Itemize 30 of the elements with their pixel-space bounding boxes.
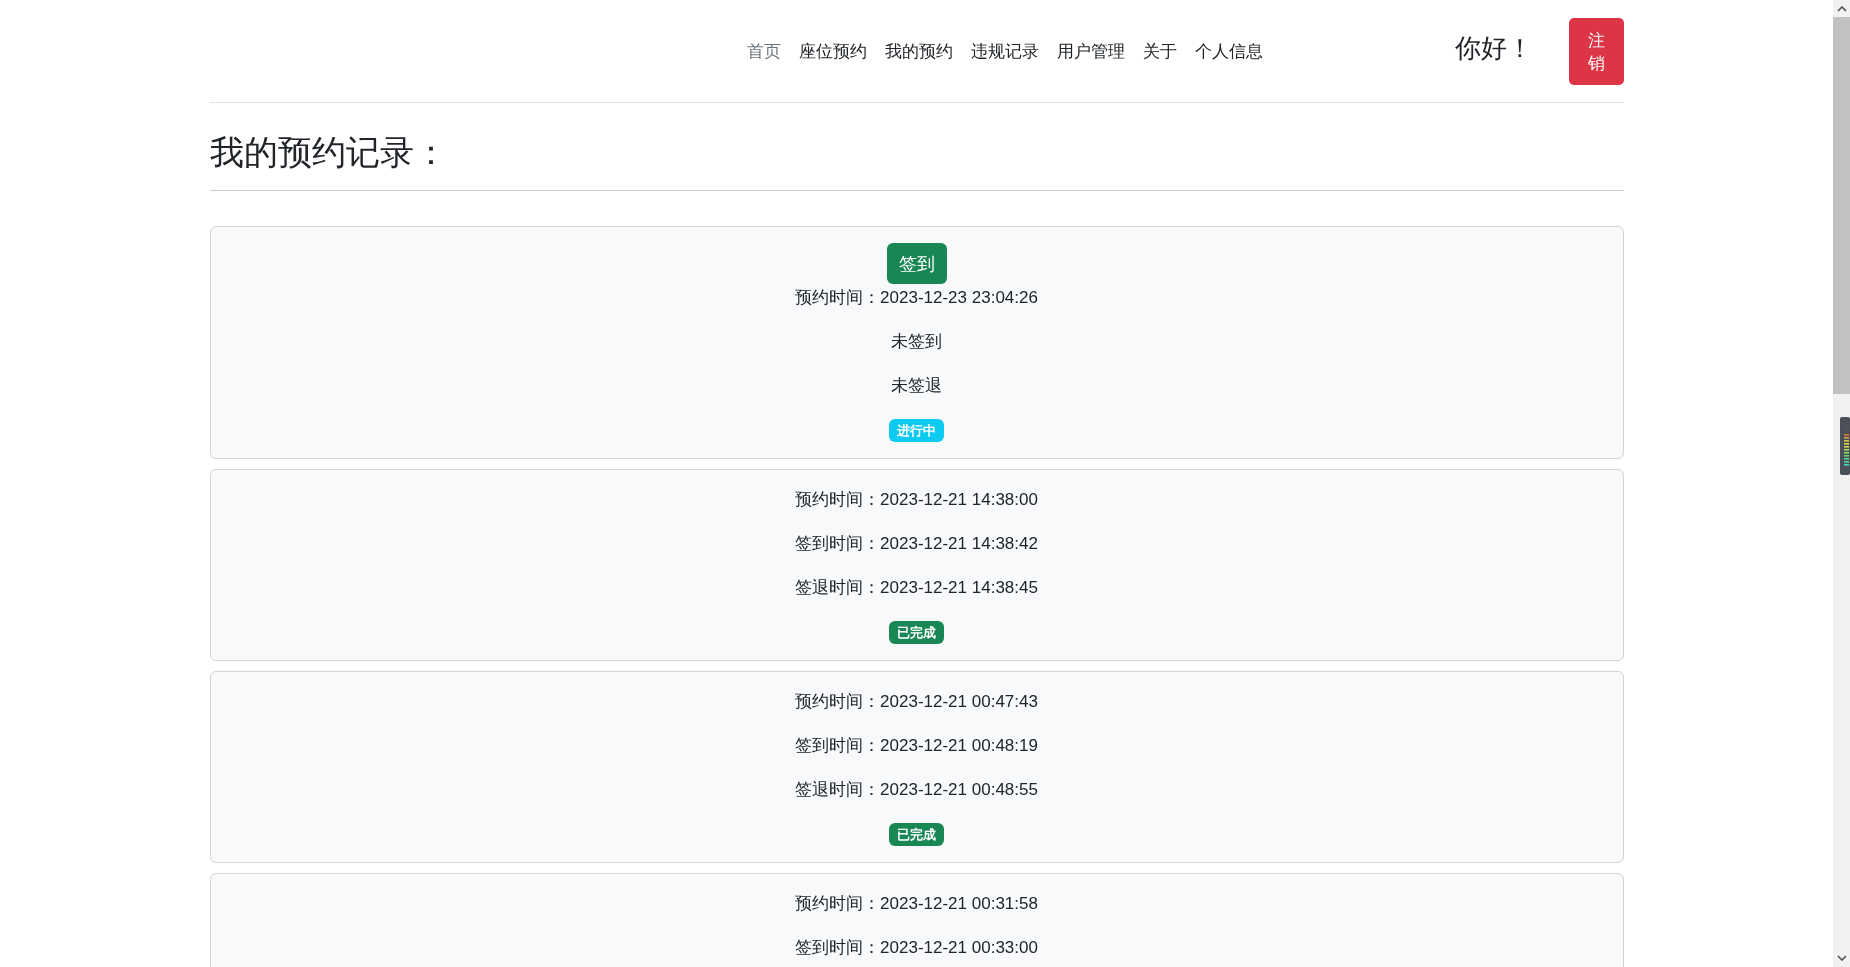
nav-link[interactable]: 我的预约 <box>875 38 962 65</box>
status-badge: 进行中 <box>889 419 944 442</box>
chevron-up-icon[interactable] <box>1836 6 1847 12</box>
scrollbar-thumb[interactable] <box>1833 17 1850 394</box>
greeting-text: 你好！ <box>1454 31 1533 65</box>
record-text: 未签退 <box>891 375 942 397</box>
page-title: 我的预约记录： <box>209 132 448 172</box>
chevron-down-icon[interactable] <box>1836 955 1847 961</box>
record-text: 签退时间：2023-12-21 14:38:45 <box>795 577 1038 599</box>
record-text: 签退时间：2023-12-21 00:48:55 <box>795 779 1038 801</box>
status-badge: 已完成 <box>889 621 944 644</box>
record-text: 签到时间：2023-12-21 00:48:19 <box>795 735 1038 757</box>
level-meter-icon <box>1840 417 1850 475</box>
status-badge: 已完成 <box>889 823 944 846</box>
record-text: 签到时间：2023-12-21 00:33:00 <box>795 937 1038 959</box>
record-text: 预约时间：2023-12-21 00:47:43 <box>795 691 1038 713</box>
nav-link[interactable]: 关于 <box>1133 38 1186 65</box>
logout-button[interactable]: 注销 <box>1568 18 1624 85</box>
check-in-button[interactable]: 签到 <box>886 243 947 284</box>
scrollbar[interactable] <box>1833 0 1850 967</box>
nav-link[interactable]: 个人信息 <box>1185 38 1272 65</box>
record-text: 预约时间：2023-12-21 00:31:58 <box>795 893 1038 915</box>
record-text: 预约时间：2023-12-21 14:38:00 <box>795 489 1038 511</box>
record-text: 签到时间：2023-12-21 14:38:42 <box>795 533 1038 555</box>
nav-link[interactable]: 用户管理 <box>1047 38 1134 65</box>
nav-link[interactable]: 违规记录 <box>961 38 1048 65</box>
nav-link[interactable]: 首页 <box>737 38 790 65</box>
record-text: 预约时间：2023-12-23 23:04:26 <box>795 287 1038 309</box>
nav-link[interactable]: 座位预约 <box>789 38 876 65</box>
record-text: 未签到 <box>891 331 942 353</box>
